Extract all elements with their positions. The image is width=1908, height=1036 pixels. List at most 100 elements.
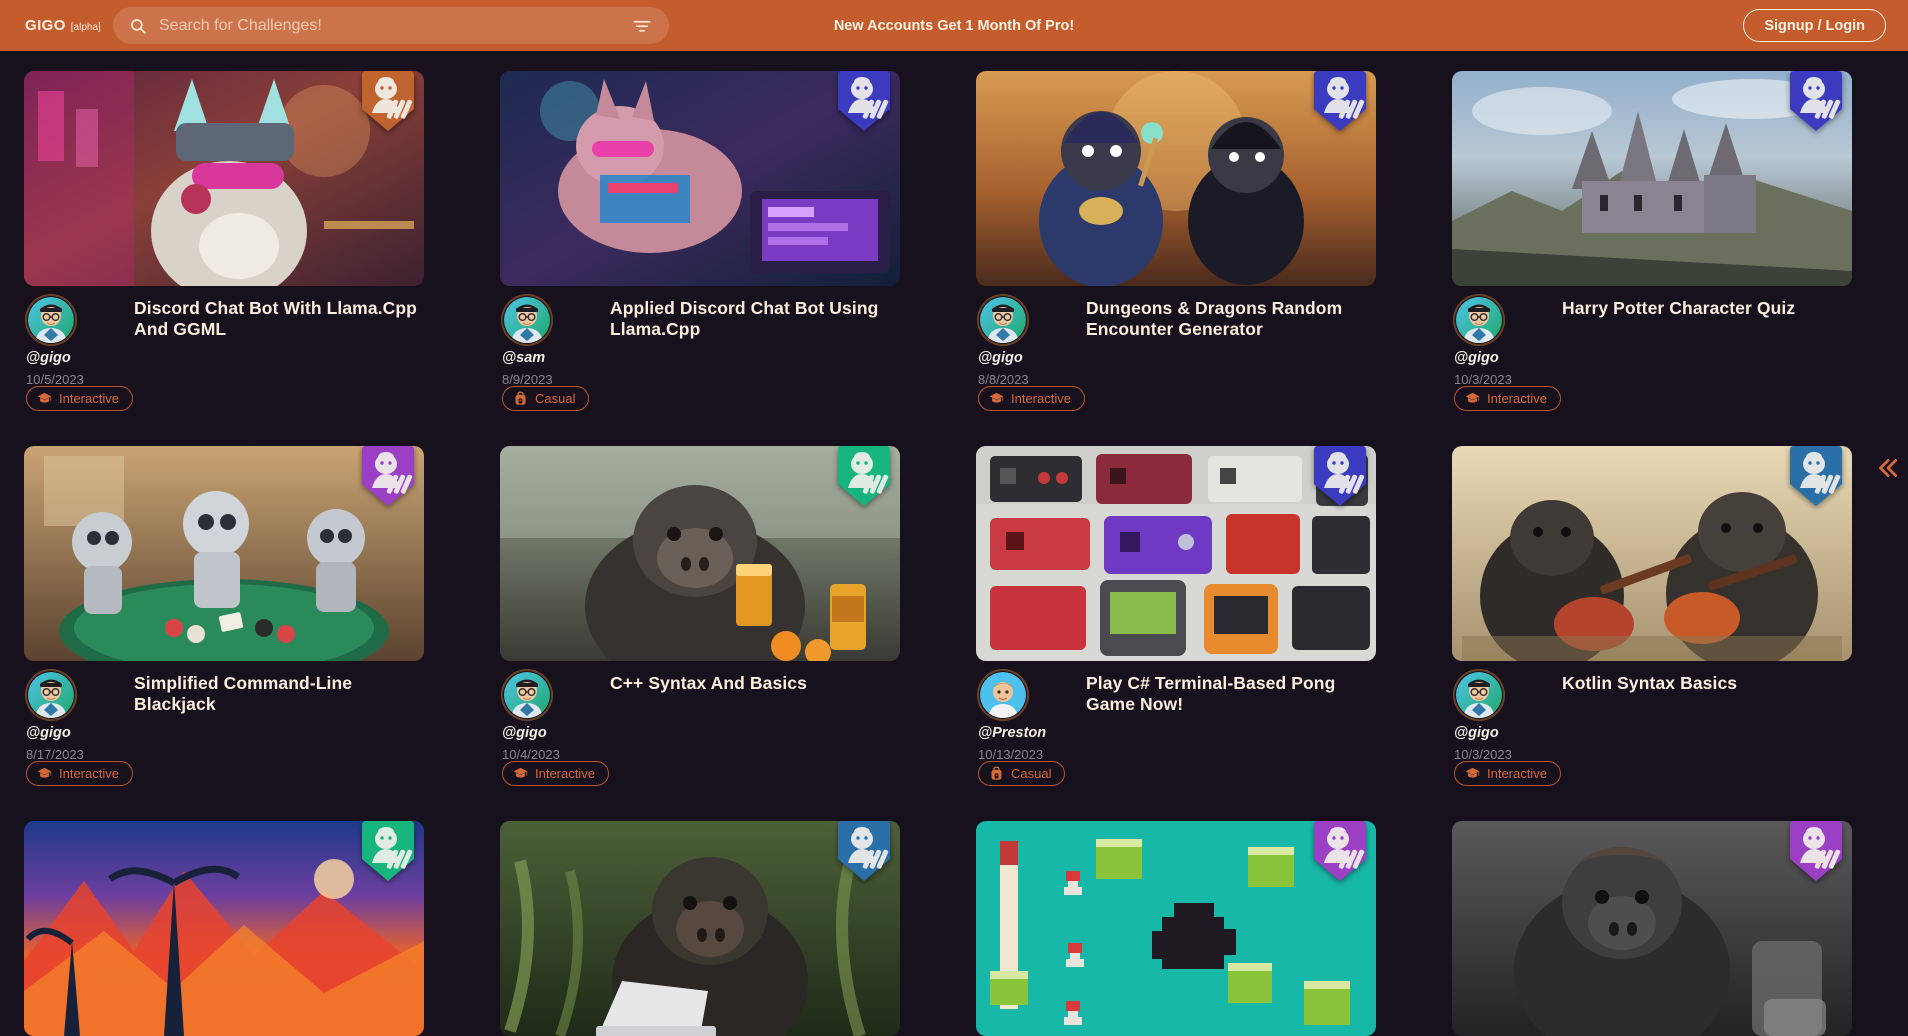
- card-author-column: @gigo 8/8/2023: [970, 287, 1070, 387]
- card-thumbnail-wrap[interactable]: [1452, 821, 1852, 1036]
- card-type-label: Interactive: [1011, 391, 1071, 406]
- card-date: 8/8/2023: [978, 372, 1029, 387]
- author-handle[interactable]: @gigo: [26, 350, 118, 366]
- card-date: 10/3/2023: [1454, 747, 1512, 762]
- card-title[interactable]: C++ Syntax And Basics: [610, 673, 894, 694]
- card-type-badge[interactable]: Interactive: [26, 761, 133, 786]
- card-thumbnail-wrap[interactable]: [500, 71, 900, 286]
- card-author-column: @sam 8/9/2023: [494, 287, 594, 387]
- card-body: @gigo 8/8/2023 Dungeons & Dragons Random…: [970, 287, 1376, 417]
- card-author-column: @gigo 10/5/2023: [18, 287, 118, 387]
- card-body: @sam 8/9/2023 Applied Discord Chat Bot U…: [494, 287, 900, 417]
- card-title[interactable]: Harry Potter Character Quiz: [1562, 298, 1846, 319]
- card-thumbnail-wrap[interactable]: [24, 71, 424, 286]
- brand-logo[interactable]: GIGO [alpha]: [25, 17, 125, 34]
- challenge-card[interactable]: @sam 8/9/2023 Applied Discord Chat Bot U…: [494, 71, 900, 417]
- card-body: @gigo 10/4/2023 C++ Syntax And Basics In…: [494, 662, 900, 792]
- challenge-card[interactable]: @gigo 10/3/2023 Kotlin Syntax Basics Int…: [1446, 446, 1852, 792]
- card-title[interactable]: Play C# Terminal-Based Pong Game Now!: [1086, 673, 1370, 716]
- avatar-ring-decoration-2: [970, 287, 1036, 353]
- challenge-card[interactable]: [500, 821, 900, 1036]
- card-thumbnail-wrap[interactable]: [976, 446, 1376, 661]
- avatar[interactable]: [18, 662, 84, 728]
- card-title[interactable]: Applied Discord Chat Bot Using Llama.Cpp: [610, 298, 894, 341]
- card-date: 8/17/2023: [26, 747, 84, 762]
- avatar[interactable]: [1446, 662, 1512, 728]
- graduation-cap-icon: [1465, 391, 1480, 406]
- card-type-badge[interactable]: Interactive: [502, 761, 609, 786]
- card-type-label: Interactive: [59, 766, 119, 781]
- avatar[interactable]: [494, 287, 560, 353]
- card-date: 10/13/2023: [978, 747, 1044, 762]
- author-handle[interactable]: @gigo: [978, 350, 1070, 366]
- brand-name: GIGO: [25, 17, 66, 34]
- author-handle[interactable]: @gigo: [1454, 350, 1546, 366]
- author-handle[interactable]: @gigo: [26, 725, 118, 741]
- card-title[interactable]: Simplified Command-Line Blackjack: [134, 673, 418, 716]
- avatar[interactable]: [18, 287, 84, 353]
- avatar[interactable]: [970, 287, 1036, 353]
- card-title[interactable]: Discord Chat Bot With Llama.Cpp And GGML: [134, 298, 418, 341]
- card-thumbnail-wrap[interactable]: [500, 821, 900, 1036]
- card-date: 10/3/2023: [1454, 372, 1512, 387]
- author-handle[interactable]: @sam: [502, 350, 594, 366]
- challenge-card[interactable]: [976, 821, 1376, 1036]
- collapse-sidebar-button[interactable]: [1874, 455, 1900, 481]
- challenge-card[interactable]: @gigo 10/3/2023 Harry Potter Character Q…: [1446, 71, 1852, 417]
- card-thumbnail-wrap[interactable]: [24, 821, 424, 1036]
- graduation-cap-icon: [37, 766, 52, 781]
- challenge-card[interactable]: @gigo 8/17/2023 Simplified Command-Line …: [18, 446, 424, 792]
- card-author-column: @Preston 10/13/2023: [970, 662, 1070, 762]
- card-type-badge[interactable]: Interactive: [978, 386, 1085, 411]
- card-type-label: Interactive: [1487, 766, 1547, 781]
- card-thumbnail-wrap[interactable]: [976, 821, 1376, 1036]
- search-bar[interactable]: [113, 7, 669, 44]
- card-thumbnail-wrap[interactable]: [1452, 71, 1852, 286]
- challenge-card[interactable]: @gigo 10/5/2023 Discord Chat Bot With Ll…: [18, 71, 424, 417]
- avatar[interactable]: [1446, 287, 1512, 353]
- avatar-ring-decoration-2: [1446, 662, 1512, 728]
- card-thumbnail-wrap[interactable]: [24, 446, 424, 661]
- author-handle[interactable]: @Preston: [978, 725, 1070, 741]
- avatar[interactable]: [970, 662, 1036, 728]
- card-type-badge[interactable]: Interactive: [1454, 386, 1561, 411]
- card-type-badge[interactable]: Casual: [978, 761, 1066, 786]
- card-thumbnail-wrap[interactable]: [976, 71, 1376, 286]
- card-thumbnail-wrap[interactable]: [500, 446, 900, 661]
- author-handle[interactable]: @gigo: [1454, 725, 1546, 741]
- search-input[interactable]: [159, 16, 633, 35]
- card-type-badge[interactable]: Casual: [502, 386, 590, 411]
- avatar-ring-decoration-2: [494, 662, 560, 728]
- card-type-badge[interactable]: Interactive: [26, 386, 133, 411]
- card-body: @Preston 10/13/2023 Play C# Terminal-Bas…: [970, 662, 1376, 792]
- promo-text: New Accounts Get 1 Month Of Pro!: [833, 17, 1075, 34]
- tier-badge-icon: [1788, 444, 1844, 506]
- challenge-card[interactable]: [24, 821, 424, 1036]
- brand-alpha-tag: [alpha]: [70, 22, 101, 33]
- avatar[interactable]: [494, 662, 560, 728]
- author-handle[interactable]: @gigo: [502, 725, 594, 741]
- card-type-badge[interactable]: Interactive: [1454, 761, 1561, 786]
- filter-icon[interactable]: [633, 18, 651, 34]
- challenge-card[interactable]: @Preston 10/13/2023 Play C# Terminal-Bas…: [970, 446, 1376, 792]
- graduation-cap-icon: [37, 391, 52, 406]
- card-author-column: @gigo 10/4/2023: [494, 662, 594, 762]
- card-date: 8/9/2023: [502, 372, 553, 387]
- backpack-icon: [989, 766, 1004, 781]
- challenge-card[interactable]: [1452, 821, 1852, 1036]
- card-type-label: Interactive: [59, 391, 119, 406]
- card-thumbnail-wrap[interactable]: [1452, 446, 1852, 661]
- card-date: 10/5/2023: [26, 372, 84, 387]
- tier-badge-icon: [1312, 444, 1368, 506]
- card-body: @gigo 10/3/2023 Kotlin Syntax Basics Int…: [1446, 662, 1852, 792]
- card-title[interactable]: Kotlin Syntax Basics: [1562, 673, 1846, 694]
- challenge-card[interactable]: @gigo 10/4/2023 C++ Syntax And Basics In…: [494, 446, 900, 792]
- signup-login-button[interactable]: Signup / Login: [1743, 9, 1886, 42]
- tier-badge-icon: [836, 444, 892, 506]
- challenge-card[interactable]: @gigo 8/8/2023 Dungeons & Dragons Random…: [970, 71, 1376, 417]
- card-title[interactable]: Dungeons & Dragons Random Encounter Gene…: [1086, 298, 1370, 341]
- card-type-label: Interactive: [535, 766, 595, 781]
- challenge-card-grid: @gigo 10/5/2023 Discord Chat Bot With Ll…: [0, 51, 1908, 1036]
- card-author-column: @gigo 10/3/2023: [1446, 662, 1546, 762]
- tier-badge-icon: [360, 69, 416, 131]
